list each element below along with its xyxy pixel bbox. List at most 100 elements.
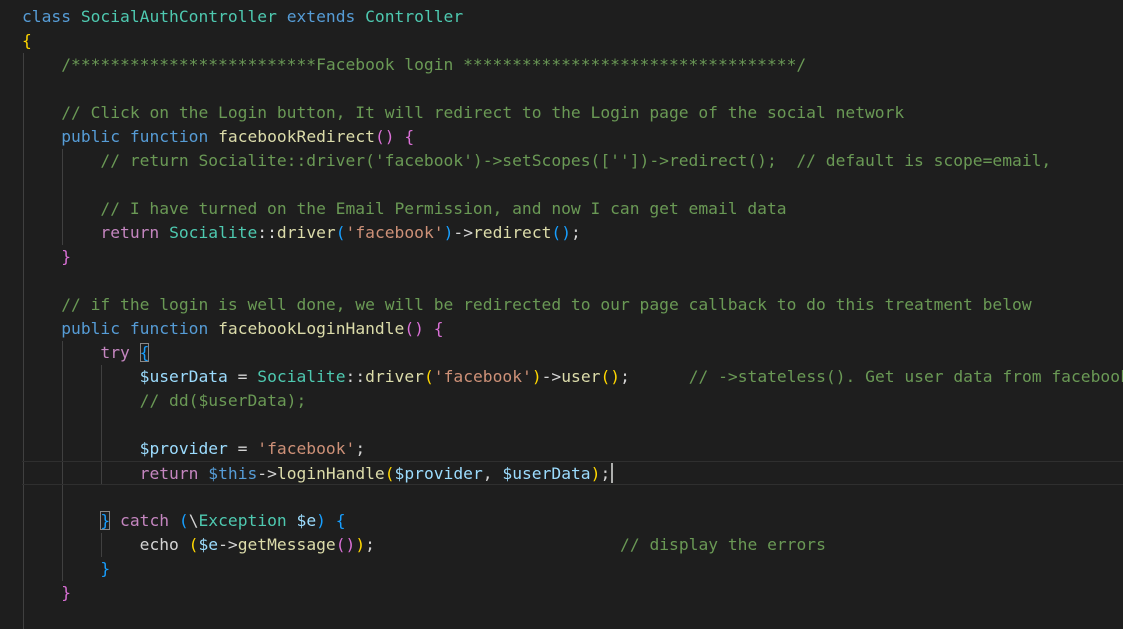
- code-token: }: [61, 583, 72, 602]
- code-token: $this: [208, 464, 258, 483]
- code-token: (: [384, 464, 395, 483]
- code-token: SocialAuthController: [80, 7, 277, 26]
- code-token: (): [600, 367, 621, 386]
- code-line[interactable]: echo ($e->getMessage()); // display the …: [22, 533, 826, 557]
- code-token: =: [227, 439, 258, 458]
- code-token: ->: [541, 367, 562, 386]
- code-editor[interactable]: class SocialAuthController extends Contr…: [0, 0, 1123, 629]
- code-token: {: [433, 319, 444, 338]
- code-token: function: [129, 127, 209, 146]
- code-token: redirect: [473, 223, 552, 242]
- code-token: ;: [365, 535, 375, 554]
- code-token: ->: [257, 464, 277, 483]
- code-token: Socialite: [257, 367, 346, 386]
- code-line[interactable]: public function facebookLoginHandle() {: [22, 317, 444, 341]
- code-line[interactable]: return Socialite::driver('facebook')->re…: [22, 221, 581, 245]
- code-token: {: [335, 511, 346, 530]
- code-token: class: [22, 7, 72, 26]
- code-line[interactable]: // return Socialite::driver('facebook')-…: [22, 149, 1051, 173]
- code-token: (: [335, 223, 346, 242]
- code-token: ->: [218, 535, 238, 554]
- code-line[interactable]: /*************************Facebook login…: [22, 53, 806, 77]
- code-line[interactable]: {: [22, 29, 32, 53]
- code-line[interactable]: $provider = 'facebook';: [22, 437, 366, 461]
- code-token: ,: [482, 464, 503, 483]
- code-token: ;: [571, 223, 581, 242]
- code-token: Exception: [198, 511, 287, 530]
- code-token: ): [531, 367, 542, 386]
- code-token: ->: [453, 223, 473, 242]
- code-line[interactable]: class SocialAuthController extends Contr…: [22, 5, 463, 29]
- code-token: $userData: [502, 464, 591, 483]
- code-token: {: [139, 343, 150, 362]
- code-line[interactable]: // dd($userData);: [22, 389, 307, 413]
- code-token: (): [551, 223, 572, 242]
- code-token: loginHandle: [276, 464, 385, 483]
- code-token: \: [188, 511, 199, 530]
- code-token: public: [61, 127, 121, 146]
- code-token: ::: [257, 223, 277, 242]
- code-line[interactable]: // I have turned on the Email Permission…: [22, 197, 787, 221]
- code-token: (: [178, 511, 189, 530]
- code-token: public: [61, 319, 121, 338]
- code-line[interactable]: try {: [22, 341, 150, 365]
- code-token: $e: [296, 511, 317, 530]
- code-token: ): [316, 511, 326, 530]
- code-token: catch: [120, 511, 170, 530]
- code-token: ): [355, 535, 366, 554]
- code-token: }: [61, 247, 72, 266]
- code-token: getMessage: [237, 535, 336, 554]
- code-line[interactable]: }: [22, 245, 71, 269]
- code-token: ;: [600, 464, 611, 483]
- code-line[interactable]: }: [22, 557, 110, 581]
- code-line[interactable]: } catch (\Exception $e) {: [22, 509, 346, 533]
- code-token: driver: [365, 367, 424, 386]
- code-token: user: [561, 367, 601, 386]
- code-token: }: [100, 511, 111, 530]
- code-token: 'facebook': [433, 367, 532, 386]
- code-token: // I have turned on the Email Permission…: [100, 199, 787, 218]
- code-token: 'facebook': [257, 439, 356, 458]
- code-token: // return Socialite::driver('facebook')-…: [100, 151, 1052, 170]
- code-token: // Click on the Login button, It will re…: [61, 103, 905, 122]
- code-line[interactable]: return $this->loginHandle($provider, $us…: [22, 461, 1123, 485]
- code-token: ): [443, 223, 454, 242]
- code-token: try: [100, 343, 130, 362]
- code-line[interactable]: public function facebookRedirect() {: [22, 125, 414, 149]
- code-line[interactable]: $userData = Socialite::driver('facebook'…: [22, 365, 1123, 389]
- code-token: function: [129, 319, 209, 338]
- code-token: }: [100, 559, 111, 578]
- code-line[interactable]: }: [22, 581, 71, 605]
- code-line[interactable]: // if the login is well done, we will be…: [22, 293, 1031, 317]
- code-line[interactable]: // Click on the Login button, It will re…: [22, 101, 904, 125]
- code-token: // ->stateless(). Get user data from fac…: [688, 367, 1123, 386]
